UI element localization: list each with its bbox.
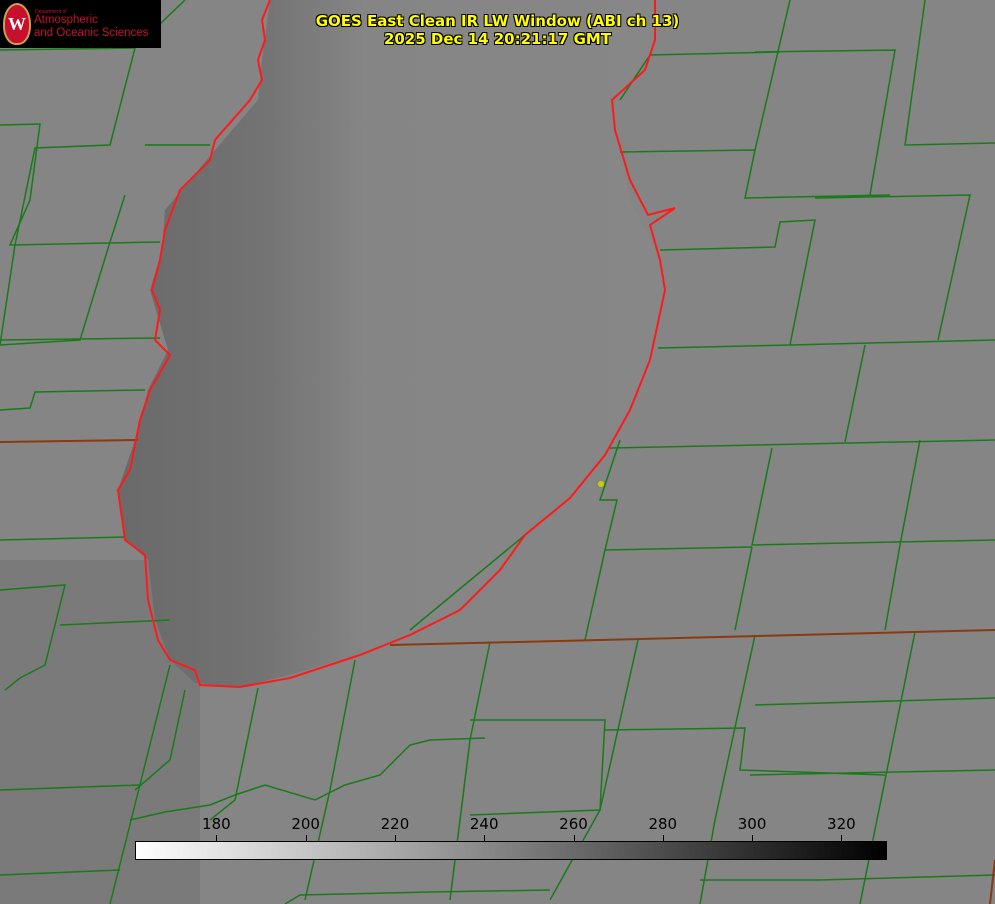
- logo-line1: Atmospheric: [34, 14, 98, 26]
- colorbar-tick-mark: [841, 835, 843, 841]
- colorbar-tick-label: 220: [380, 815, 410, 833]
- colorbar-tick-mark: [216, 835, 218, 841]
- colorbar-tick-mark: [662, 835, 664, 841]
- colorbar-tick-mark: [394, 835, 396, 841]
- map-layer: [0, 0, 995, 904]
- satellite-image-view: W Department of Atmospheric and Oceanic …: [0, 0, 995, 904]
- colorbar-tick-label: 260: [559, 815, 588, 833]
- colorbar-tick-label: 180: [202, 815, 231, 833]
- colorbar-tick-label: 200: [291, 815, 320, 833]
- image-title: GOES East Clean IR LW Window (ABI ch 13): [315, 12, 680, 30]
- aos-logo: W Department of Atmospheric and Oceanic …: [0, 0, 161, 48]
- colorbar-tick-label: 300: [737, 815, 767, 833]
- image-timestamp: 2025 Dec 14 20:21:17 GMT: [383, 30, 612, 48]
- colorbar: [135, 841, 887, 860]
- colorbar-tick-label: 280: [648, 815, 678, 833]
- colorbar-tick-mark: [484, 835, 486, 841]
- colorbar-tick-mark: [573, 835, 575, 841]
- colorbar-tick-mark: [305, 835, 307, 841]
- colorbar-tick-mark: [752, 835, 754, 841]
- location-marker: [598, 481, 604, 487]
- colorbar-tick-label: 240: [469, 815, 499, 833]
- logo-line2: and Oceanic Sciences: [34, 27, 149, 39]
- colorbar-tick-label: 320: [827, 815, 856, 833]
- uw-crest-icon: W: [3, 3, 31, 45]
